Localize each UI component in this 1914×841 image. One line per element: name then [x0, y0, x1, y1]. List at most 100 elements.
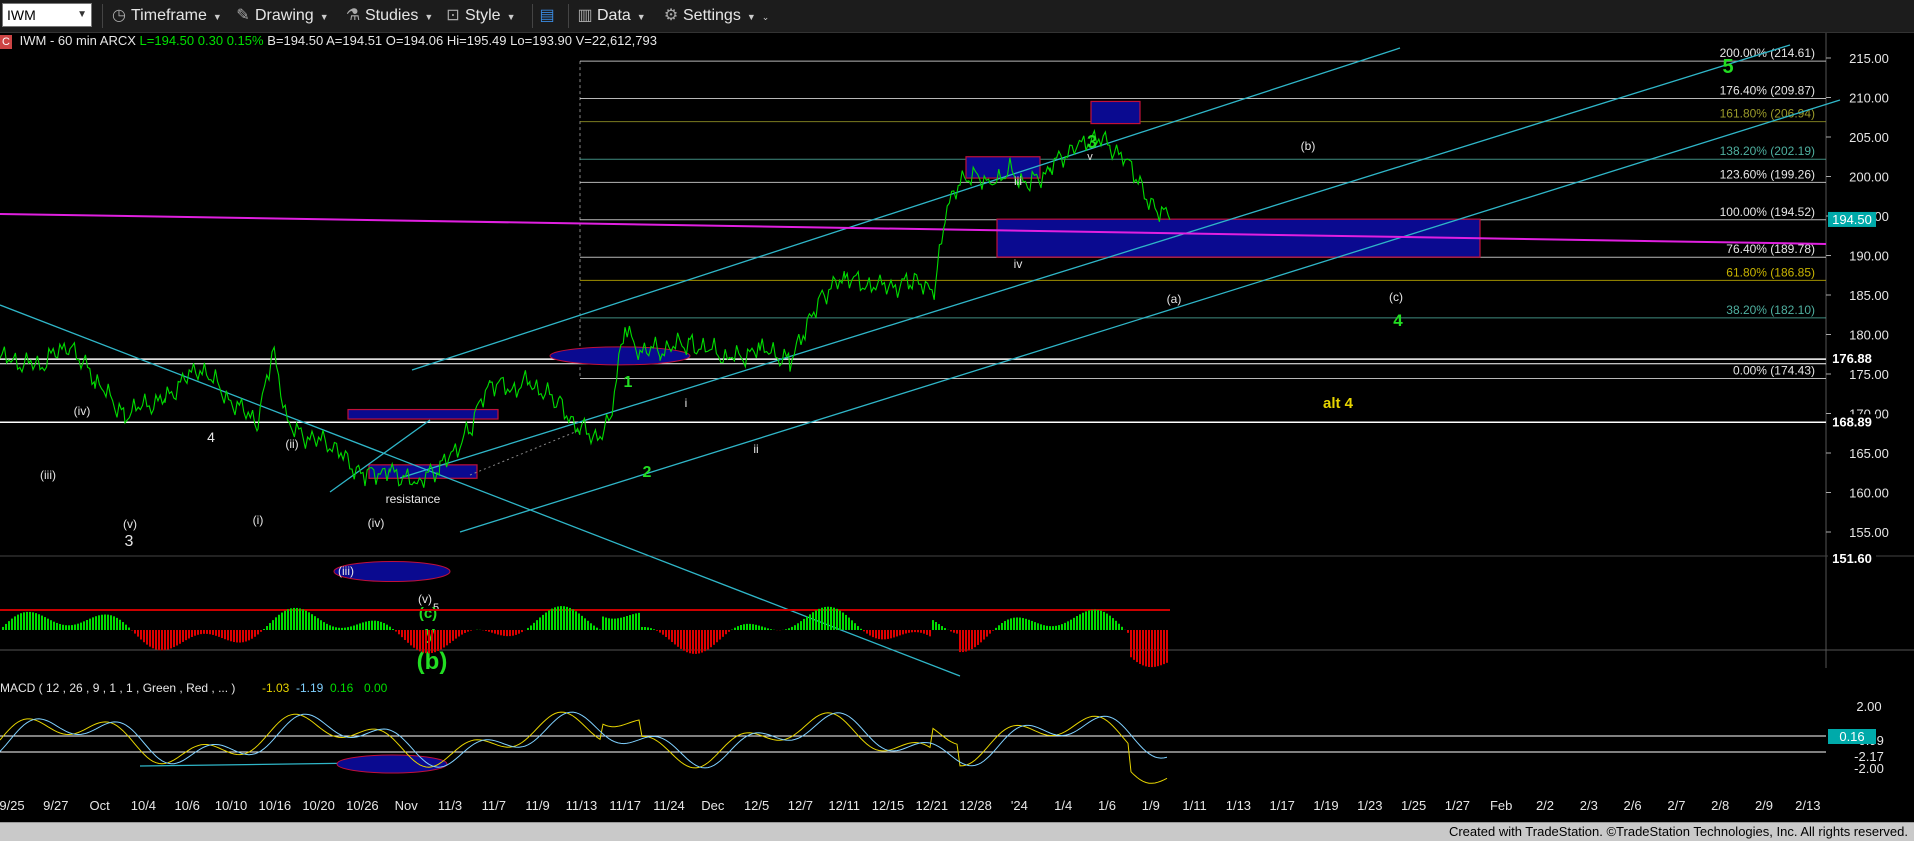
date-axis-label: 12/15	[872, 798, 905, 813]
fib-level-label: 138.20% (202.19)	[1720, 144, 1815, 158]
date-axis-label: 2/9	[1755, 798, 1773, 813]
date-axis-label: 12/28	[959, 798, 992, 813]
price-axis-label: 190.00	[1849, 249, 1889, 264]
wave-label-iv: iv	[1014, 257, 1023, 271]
wave-label-ii: ii	[753, 442, 758, 456]
wave-label-p-ii: (ii)	[285, 437, 298, 451]
volume: V=22,612,793	[575, 33, 657, 48]
date-axis-label: 11/3	[438, 798, 462, 813]
open-price: O=194.06	[385, 33, 444, 48]
toolbar-separator	[102, 4, 103, 28]
ask-price: A=194.51	[326, 33, 383, 48]
date-axis-label: 11/13	[566, 798, 598, 813]
wave-label-p-v-right: (v)	[418, 592, 432, 606]
bar-chart-icon: ▥	[577, 7, 593, 24]
footer-bar: Created with TradeStation. ©TradeStation…	[0, 822, 1914, 841]
date-axis-label: 1/11	[1182, 798, 1206, 813]
wave-label-p-iv-right: (iv)	[368, 516, 385, 530]
macd-value: -1.19	[296, 681, 324, 695]
chart-badge: C	[0, 35, 12, 49]
macd-badge-label: 0.16	[1839, 729, 1864, 744]
price-axis-label: 165.00	[1849, 446, 1889, 461]
toolbar-separator	[568, 4, 569, 28]
wave-label-p-iii-left: (iii)	[40, 468, 56, 482]
date-axis-label: 2/8	[1711, 798, 1729, 813]
target-box-wave3	[1090, 100, 1141, 125]
wave-label-3: 3	[1087, 132, 1097, 152]
price-axis-label: 215.00	[1849, 51, 1889, 66]
chevron-down-icon: ⌄	[761, 12, 770, 22]
date-axis-label: 9/25	[0, 798, 25, 813]
fib-level-label: 0.00% (174.43)	[1733, 364, 1815, 378]
channel-line-lower	[459, 99, 1841, 533]
drawing-button[interactable]: ✎ Drawing ▼	[234, 5, 328, 27]
date-axis-label: 2/2	[1536, 798, 1554, 813]
date-axis-label: 12/5	[744, 798, 769, 813]
price-axis-label: 160.00	[1849, 486, 1889, 501]
date-axis-label: 2/3	[1580, 798, 1598, 813]
macd-axis-label: 2.00	[1856, 699, 1881, 714]
price-badge-label: 151.60	[1832, 551, 1872, 566]
date-axis-label: 10/26	[346, 798, 379, 813]
symbol-value: IWM	[7, 7, 36, 23]
date-axis-label: 1/17	[1270, 798, 1295, 813]
wave-label-alt4: alt 4	[1323, 395, 1354, 412]
date-axis-label: 9/27	[43, 798, 68, 813]
fib-level-label: 61.80% (186.85)	[1726, 265, 1815, 279]
price-axis-label: 185.00	[1849, 288, 1889, 303]
wave-label-b-small: (b)	[1301, 139, 1316, 153]
toolbar: IWM ▼ ◷ Timeframe ▼ ✎ Drawing ▼ ⚗ Studies ▼ ⊡ S…	[0, 0, 1914, 33]
data-button[interactable]: ▥ Data ▼	[576, 5, 645, 27]
last-price: L=194.50	[139, 33, 195, 48]
target-box-iii	[965, 156, 1041, 179]
price-badge-label: 176.88	[1832, 351, 1872, 366]
chevron-down-icon: ▼	[506, 12, 516, 22]
chevron-down-icon[interactable]: ▼	[77, 4, 87, 26]
target-box-wave4	[996, 218, 1481, 258]
date-axis-label: 1/13	[1226, 798, 1251, 813]
macd-axis-label: -2.00	[1854, 761, 1884, 776]
symbol-input[interactable]: IWM ▼	[2, 3, 92, 27]
date-axis-label: 12/21	[916, 798, 949, 813]
macd-value: -1.03	[262, 681, 290, 695]
studies-button[interactable]: ⚗ Studies ▼	[344, 5, 433, 27]
pencil-icon: ✎	[236, 7, 250, 24]
symbol-header: C IWM - 60 min ARCX L=194.50 0.30 0.15% …	[0, 33, 657, 49]
date-axis-label: 1/23	[1357, 798, 1382, 813]
timeframe-button[interactable]: ◷ Timeframe ▼	[110, 5, 222, 27]
settings-button[interactable]: ⚙ Settings ▼ ⌄	[662, 5, 769, 27]
wave-label-4-left: 4	[207, 429, 215, 445]
wave-label-v: v	[1087, 151, 1093, 163]
fib-level-label: 176.40% (209.87)	[1720, 84, 1815, 98]
toolbar-separator	[532, 4, 533, 28]
layout-icon: ▤	[539, 7, 555, 24]
date-axis-label: 1/9	[1142, 798, 1160, 813]
bid-price: B=194.50	[267, 33, 324, 48]
date-axis-label: 10/10	[215, 798, 248, 813]
price-axis-label: 155.00	[1849, 525, 1889, 540]
date-axis-label: 2/7	[1667, 798, 1685, 813]
date-axis-label: Nov	[395, 798, 419, 813]
date-axis-label: 12/7	[788, 798, 813, 813]
low-price: Lo=193.90	[510, 33, 572, 48]
price-badge-label: 168.89	[1832, 414, 1872, 429]
fib-level-label: 38.20% (182.10)	[1726, 303, 1815, 317]
wave-label-a-small: (a)	[1167, 292, 1182, 306]
date-axis-label: 1/19	[1313, 798, 1338, 813]
style-button[interactable]: ⊡ Style ▼	[444, 5, 516, 27]
price-axis-label: 205.00	[1849, 130, 1889, 145]
chevron-down-icon: ▼	[746, 12, 756, 22]
wave-label-iii: iii	[1014, 174, 1022, 188]
price-series-line	[0, 128, 1171, 488]
date-axis-label: '24	[1011, 798, 1028, 813]
layout-button[interactable]: ▤	[538, 5, 559, 27]
fib-level-label: 161.80% (206.94)	[1720, 107, 1815, 121]
style-icon: ⊡	[446, 7, 460, 24]
date-axis-label: 1/25	[1401, 798, 1426, 813]
wave-label-p-iii-right: (iii)	[338, 564, 354, 578]
flask-icon: ⚗	[345, 7, 361, 24]
date-axis-label: 10/20	[302, 798, 335, 813]
gear-icon: ⚙	[663, 7, 679, 24]
price-chart[interactable]: 215.00210.00205.00200.00195.00190.00185.…	[0, 0, 1914, 840]
magenta-trend-line	[0, 212, 1827, 245]
